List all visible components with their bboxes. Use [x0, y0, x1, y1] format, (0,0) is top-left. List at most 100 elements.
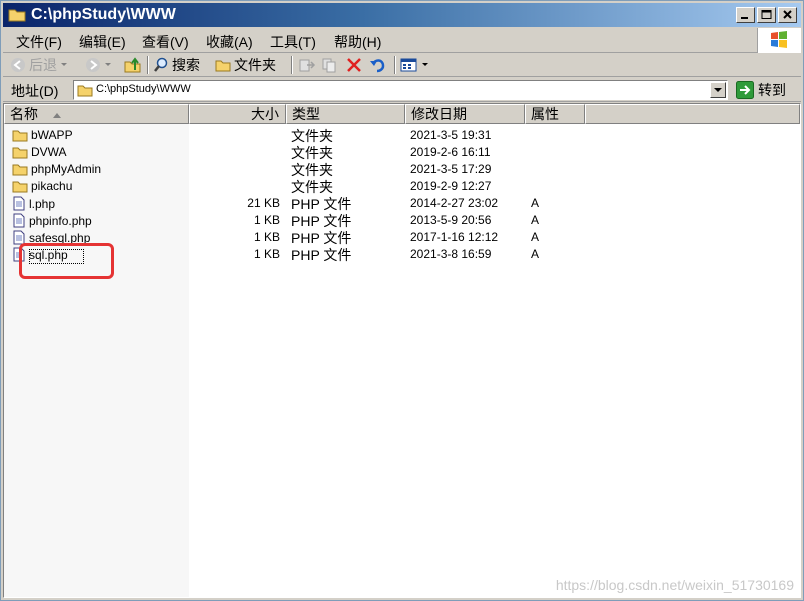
go-label: 转到 [758, 82, 786, 98]
file-attributes: A [531, 230, 540, 244]
close-button[interactable] [778, 7, 797, 23]
sort-ascending-icon [52, 113, 61, 118]
folder-icon [8, 9, 26, 22]
go-button[interactable]: 转到 [736, 80, 786, 100]
undo-button[interactable] [369, 55, 387, 75]
address-dropdown-button[interactable] [710, 82, 726, 98]
file-modified: 2014-2-27 23:02 [410, 196, 499, 210]
undo-icon [370, 59, 385, 73]
delete-button[interactable] [346, 55, 362, 75]
file-size: 21 KB [247, 196, 280, 210]
back-button[interactable]: 后退 [10, 55, 68, 75]
list-item[interactable]: phpMyAdmin 文件夹 2021-3-5 17:29 [4, 161, 800, 178]
file-name: phpinfo.php [29, 213, 92, 228]
list-item[interactable]: safesql.php 1 KB PHP 文件 2017-1-16 12:12 … [4, 229, 800, 246]
list-item[interactable]: DVWA 文件夹 2019-2-6 16:11 [4, 144, 800, 161]
chevron-down-icon [61, 63, 67, 66]
column-header-type[interactable]: 类型 [286, 104, 405, 124]
address-bar: 地址(D) C:\phpStudy\WWW 转到 [3, 78, 801, 102]
file-name: bWAPP [31, 128, 73, 142]
windows-logo [757, 28, 801, 53]
column-header-name[interactable]: 名称 [4, 104, 189, 124]
folder-icon [12, 164, 28, 175]
column-header-attributes[interactable]: 属性 [525, 104, 585, 124]
menu-bar: 文件(F) 编辑(E) 查看(V) 收藏(A) 工具(T) 帮助(H) [3, 28, 801, 53]
up-folder-button[interactable] [124, 55, 142, 75]
file-attributes: A [531, 196, 540, 210]
list-item[interactable]: phpinfo.php 1 KB PHP 文件 2013-5-9 20:56 A [4, 212, 800, 229]
php-file-icon [13, 213, 25, 228]
search-icon [154, 57, 168, 72]
file-list-view[interactable]: 名称 大小 类型 修改日期 属性 bWAPP 文件夹 2021-3-5 19:3… [3, 103, 801, 598]
address-label: 地址(D) [11, 83, 59, 99]
list-item[interactable]: bWAPP 文件夹 2021-3-5 19:31 [4, 127, 800, 144]
up-folder-icon [124, 57, 141, 73]
maximize-icon [761, 10, 772, 19]
column-header-bar: 名称 大小 类型 修改日期 属性 [4, 104, 800, 124]
search-label: 搜索 [172, 57, 200, 73]
folders-button[interactable]: 文件夹 [215, 55, 276, 75]
file-modified: 2021-3-5 17:29 [410, 162, 492, 176]
search-button[interactable]: 搜索 [153, 55, 200, 75]
address-input[interactable]: C:\phpStudy\WWW [73, 80, 728, 100]
minimize-icon [741, 17, 748, 19]
file-modified: 2021-3-8 16:59 [410, 247, 492, 261]
copy-to-button[interactable] [321, 55, 339, 75]
back-label: 后退 [29, 57, 57, 73]
watermark: https://blog.csdn.net/weixin_51730169 [555, 577, 794, 593]
folder-icon [12, 147, 28, 158]
go-arrow-icon [736, 81, 754, 99]
file-name: DVWA [31, 145, 67, 159]
address-path: C:\phpStudy\WWW [96, 83, 191, 95]
chevron-down-icon [105, 63, 111, 66]
folder-icon [12, 181, 28, 192]
list-item[interactable]: pikachu 文件夹 2019-2-9 12:27 [4, 178, 800, 195]
menu-favorites[interactable]: 收藏(A) [206, 32, 253, 52]
php-file-icon [13, 196, 25, 211]
red-highlight-annotation [19, 243, 114, 279]
file-attributes: A [531, 247, 540, 261]
file-modified: 2017-1-16 12:12 [410, 230, 499, 244]
copy-to-icon [322, 58, 336, 73]
column-header-size[interactable]: 大小 [189, 104, 286, 124]
toolbar: 后退 搜索 文件夹 [3, 53, 801, 77]
chevron-down-icon [714, 88, 722, 92]
back-arrow-icon [11, 58, 25, 72]
file-type: PHP 文件 [291, 247, 352, 263]
move-to-button[interactable] [298, 55, 316, 75]
maximize-button[interactable] [757, 7, 776, 23]
explorer-window: C:\phpStudy\WWW 文件(F) 编辑(E) 查看(V) 收藏(A) … [0, 0, 804, 601]
forward-arrow-icon [86, 58, 100, 72]
forward-button[interactable] [85, 55, 112, 75]
file-size: 1 KB [253, 213, 280, 227]
views-button[interactable] [400, 55, 429, 75]
file-modified: 2013-5-9 20:56 [410, 213, 492, 227]
menu-help[interactable]: 帮助(H) [334, 32, 381, 52]
menu-view[interactable]: 查看(V) [142, 32, 189, 52]
file-modified: 2021-3-5 19:31 [410, 128, 492, 142]
menu-edit[interactable]: 编辑(E) [79, 32, 126, 52]
file-size: 1 KB [253, 247, 280, 261]
file-name: phpMyAdmin [31, 162, 102, 176]
chevron-down-icon [422, 63, 428, 66]
delete-icon [347, 58, 361, 72]
folders-label: 文件夹 [234, 57, 276, 73]
column-header-modified[interactable]: 修改日期 [405, 104, 525, 124]
menu-file[interactable]: 文件(F) [16, 32, 62, 52]
list-item[interactable]: l.php 21 KB PHP 文件 2014-2-27 23:02 A [4, 195, 800, 212]
views-icon [400, 58, 417, 72]
folder-icon [215, 60, 231, 72]
file-modified: 2019-2-9 12:27 [410, 179, 492, 193]
list-item[interactable]: sql.php 1 KB PHP 文件 2021-3-8 16:59 A [4, 246, 800, 263]
minimize-button[interactable] [736, 7, 755, 23]
column-header-filler [585, 104, 800, 124]
move-to-icon [299, 59, 316, 72]
menu-tools[interactable]: 工具(T) [270, 32, 316, 52]
file-size: 1 KB [253, 230, 280, 244]
file-name: l.php [29, 196, 56, 211]
close-icon [783, 10, 792, 19]
title-bar[interactable]: C:\phpStudy\WWW [3, 3, 801, 27]
file-attributes: A [531, 213, 540, 227]
window-title: C:\phpStudy\WWW [31, 6, 176, 23]
file-modified: 2019-2-6 16:11 [410, 145, 491, 159]
